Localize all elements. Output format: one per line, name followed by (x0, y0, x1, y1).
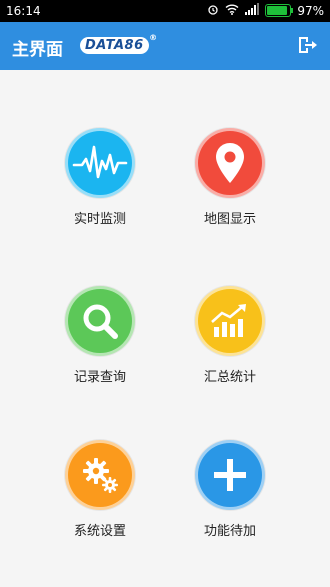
wifi-icon (225, 3, 239, 18)
logout-button[interactable] (296, 34, 318, 56)
status-bar: 16:14 97% (0, 0, 330, 22)
brand-logo: DATA86 ® (80, 33, 157, 54)
tile-realtime-monitor[interactable]: 实时监测 (40, 128, 160, 248)
map-pin-icon (216, 143, 244, 183)
tile-label: 实时监测 (73, 212, 126, 227)
tile-icon-circle (65, 286, 135, 356)
tile-pending-feature[interactable]: 功能待加 (170, 440, 290, 560)
battery-percent: 97% (297, 3, 324, 18)
tile-label: 汇总统计 (203, 370, 256, 385)
signal-icon (245, 3, 260, 18)
tile-system-settings[interactable]: 系统设置 (40, 440, 160, 560)
logout-icon (299, 37, 317, 53)
gears-icon (83, 458, 118, 493)
menu-grid: 实时监测 地图显示 记录查询 汇总统计 系统设置 功能待加 (0, 70, 330, 587)
status-time: 16:14 (6, 4, 41, 18)
logo-registered-mark: ® (149, 33, 158, 42)
tile-icon-circle (65, 128, 135, 198)
tile-record-query[interactable]: 记录查询 (40, 286, 160, 406)
tile-label: 记录查询 (73, 370, 126, 385)
page-title: 主界面 (12, 40, 63, 60)
tile-icon-circle (65, 440, 135, 510)
tile-summary-stats[interactable]: 汇总统计 (170, 286, 290, 406)
tile-label: 功能待加 (203, 524, 256, 539)
alarm-icon (207, 3, 219, 18)
logo-text: DATA86 (85, 38, 144, 53)
search-icon (83, 304, 118, 339)
battery-icon (265, 4, 294, 17)
plus-icon (214, 459, 246, 491)
tile-label: 地图显示 (203, 212, 256, 227)
trend-chart-icon (211, 304, 246, 337)
tile-label: 系统设置 (73, 524, 126, 539)
heartbeat-icon (72, 145, 128, 179)
tile-icon-circle (195, 128, 265, 198)
status-icons: 97% (207, 3, 324, 18)
tile-icon-circle (195, 286, 265, 356)
tile-icon-circle (195, 440, 265, 510)
tile-map-display[interactable]: 地图显示 (170, 128, 290, 248)
app-bar: 主界面 DATA86 ® (0, 22, 330, 70)
